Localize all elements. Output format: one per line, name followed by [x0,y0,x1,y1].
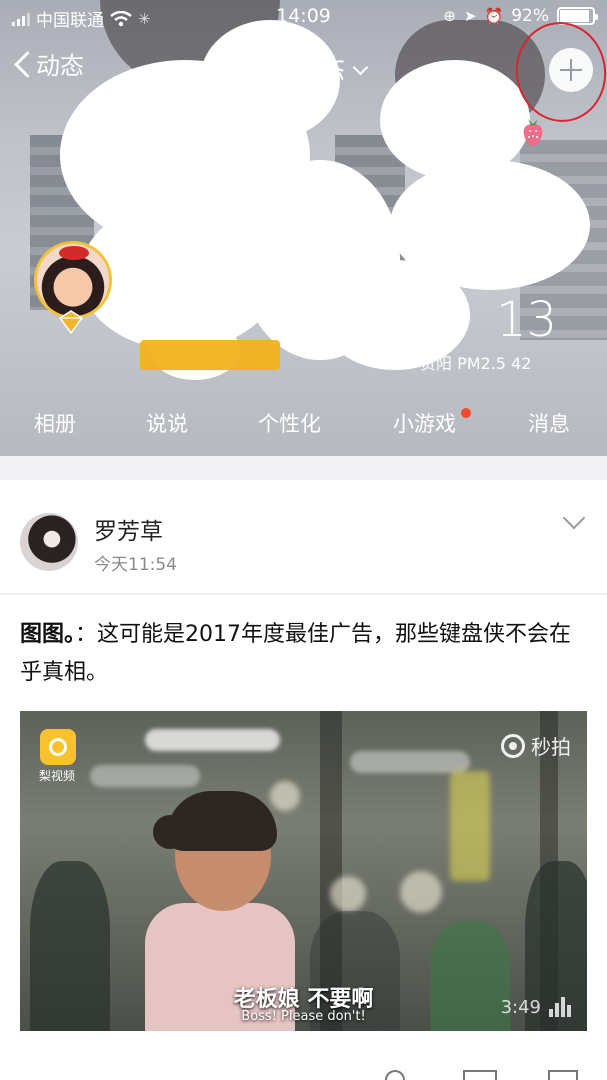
battery-percent: 92% [511,6,549,26]
chevron-down-icon [352,59,369,76]
alarm-icon: ⏰ [484,7,504,25]
profile-avatar[interactable] [34,241,120,339]
notification-dot [461,408,471,418]
watermark-text: 秒拍 [531,735,571,759]
menu-shuoshuo[interactable]: 说说 [146,408,188,438]
feed-post-card: 罗芳草 今天11:54 图图。：这可能是2017年度最佳广告，那些键盘侠不会在乎… [0,480,607,1080]
profile-quick-menu: 相册 说说 个性化 小游戏 消息 [0,408,607,442]
ceiling-light [90,765,200,787]
divider [0,593,607,595]
post-action-bar [0,1062,607,1080]
miaopai-icon [501,733,525,758]
video-player[interactable]: 梨视频 秒拍 老板娘 不要啊 Boss! Please don't! 3:49 [20,711,587,1031]
video-source-label: 梨视频 [39,769,76,783]
ceiling-light [145,729,280,751]
post-content: 图图。：这可能是2017年度最佳广告，那些键盘侠不会在乎真相。 [20,616,590,692]
post-timestamp: 今天11:54 [94,555,177,575]
bokeh-light [330,876,366,912]
video-duration: 3:49 [500,997,541,1018]
bokeh-light [400,871,442,913]
location-icon: ➤ [463,7,477,25]
background-sign [450,771,490,881]
app-screen: 13 贵阳 PM2.5 42 中国联通 ✳ 14:09 ⊕ ➤ ⏰ 92% 动态… [0,0,607,1080]
vip-level-badge[interactable] [140,340,280,370]
avatar-image [34,241,112,319]
diamond-icon [58,310,84,335]
page-title: 好友动态 [240,56,345,86]
lishipin-logo-icon [40,729,76,765]
weather-temperature: 13 [496,292,558,348]
menu-personalize[interactable]: 个性化 [258,408,321,438]
ceiling-light [350,751,470,773]
orientation-lock-icon: ⊕ [443,7,456,25]
menu-messages[interactable]: 消息 [528,408,570,438]
menu-mini-games[interactable]: 小游戏 [393,408,456,438]
post-author-avatar[interactable] [20,513,78,571]
volume-icon[interactable] [549,997,571,1017]
post-content-body: ：这可能是2017年度最佳广告，那些键盘侠不会在乎真相。 [20,622,572,685]
menu-album[interactable]: 相册 [34,408,76,438]
strawberry-icon [523,119,543,146]
comment-icon[interactable] [463,1070,497,1080]
status-bar: 中国联通 ✳ 14:09 ⊕ ➤ ⏰ 92% [0,0,607,34]
share-icon[interactable] [548,1070,578,1080]
chevron-down-icon[interactable] [562,506,586,530]
like-icon[interactable] [385,1070,405,1080]
miaopai-watermark: 秒拍 [501,731,571,760]
post-content-bold: 图图。 [20,622,76,647]
weather-info: 贵阳 PM2.5 42 [420,354,532,373]
post-author-name[interactable]: 罗芳草 [94,512,163,546]
cover-background: 13 贵阳 PM2.5 42 中国联通 ✳ 14:09 ⊕ ➤ ⏰ 92% 动态… [0,0,607,456]
